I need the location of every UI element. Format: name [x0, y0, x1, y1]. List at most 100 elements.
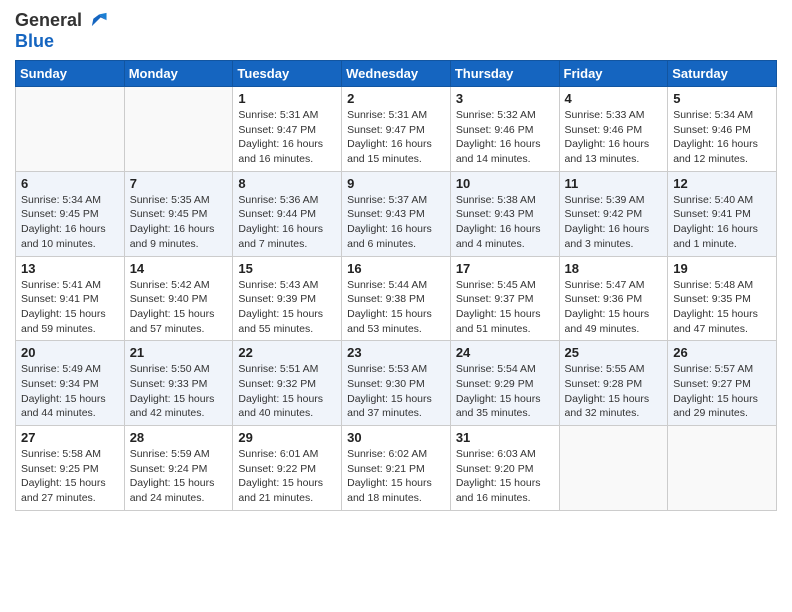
- day-info: Sunrise: 5:45 AM Sunset: 9:37 PM Dayligh…: [456, 278, 554, 337]
- day-cell: 26Sunrise: 5:57 AM Sunset: 9:27 PM Dayli…: [668, 341, 777, 426]
- day-info: Sunrise: 6:02 AM Sunset: 9:21 PM Dayligh…: [347, 447, 445, 506]
- day-number: 11: [565, 176, 663, 191]
- day-number: 16: [347, 261, 445, 276]
- weekday-header-saturday: Saturday: [668, 61, 777, 87]
- day-number: 7: [130, 176, 228, 191]
- day-cell: 21 Sunrise: 5:50 AM Sunset: 9:33 PM Dayli…: [124, 341, 233, 426]
- day-number: 23: [347, 345, 445, 360]
- day-info: Sunrise: 5:34 AM Sunset: 9:46 PM Dayligh…: [673, 108, 771, 167]
- day-info: Sunrise: 5:53 AM Sunset: 9:30 PM Dayligh…: [347, 362, 445, 421]
- day-cell: 3 Sunrise: 5:32 AM Sunset: 9:46 PM Daylig…: [450, 87, 559, 172]
- day-number: 1: [238, 91, 336, 106]
- day-number: 8: [238, 176, 336, 191]
- day-number: 5: [673, 91, 771, 106]
- day-number: 30: [347, 430, 445, 445]
- day-number: 12: [673, 176, 771, 191]
- week-row-2: 6 Sunrise: 5:34 AM Sunset: 9:45 PM Daylig…: [16, 171, 777, 256]
- day-cell: 7 Sunrise: 5:35 AM Sunset: 9:45 PM Daylig…: [124, 171, 233, 256]
- day-number: 2: [347, 91, 445, 106]
- day-number: 3: [456, 91, 554, 106]
- day-info: Sunrise: 5:47 AM Sunset: 9:36 PM Dayligh…: [565, 278, 663, 337]
- day-cell: 5 Sunrise: 5:34 AM Sunset: 9:46 PM Daylig…: [668, 87, 777, 172]
- day-cell: 29 Sunrise: 6:01 AM Sunset: 9:22 PM Dayli…: [233, 426, 342, 511]
- day-info: Sunrise: 5:57 AM Sunset: 9:27 PM Dayligh…: [673, 362, 771, 421]
- logo-bird-icon: [86, 10, 108, 32]
- day-info: Sunrise: 5:54 AM Sunset: 9:29 PM Dayligh…: [456, 362, 554, 421]
- day-number: 15: [238, 261, 336, 276]
- weekday-header-tuesday: Tuesday: [233, 61, 342, 87]
- day-cell: 25Sunrise: 5:55 AM Sunset: 9:28 PM Dayli…: [559, 341, 668, 426]
- day-number: 17: [456, 261, 554, 276]
- day-cell: 15 Sunrise: 5:43 AM Sunset: 9:39 PM Dayli…: [233, 256, 342, 341]
- day-cell: 18 Sunrise: 5:47 AM Sunset: 9:36 PM Dayli…: [559, 256, 668, 341]
- day-cell: 22Sunrise: 5:51 AM Sunset: 9:32 PM Dayli…: [233, 341, 342, 426]
- weekday-header-row: SundayMondayTuesdayWednesdayThursdayFrid…: [16, 61, 777, 87]
- week-row-1: 1 Sunrise: 5:31 AM Sunset: 9:47 PM Daylig…: [16, 87, 777, 172]
- day-cell: 10Sunrise: 5:38 AM Sunset: 9:43 PM Dayli…: [450, 171, 559, 256]
- day-cell: 11Sunrise: 5:39 AM Sunset: 9:42 PM Dayli…: [559, 171, 668, 256]
- day-cell: 16 Sunrise: 5:44 AM Sunset: 9:38 PM Dayli…: [342, 256, 451, 341]
- day-info: Sunrise: 5:35 AM Sunset: 9:45 PM Dayligh…: [130, 193, 228, 252]
- day-info: Sunrise: 5:31 AM Sunset: 9:47 PM Dayligh…: [238, 108, 336, 167]
- day-number: 24: [456, 345, 554, 360]
- day-info: Sunrise: 6:01 AM Sunset: 9:22 PM Dayligh…: [238, 447, 336, 506]
- day-number: 22: [238, 345, 336, 360]
- day-cell: 9 Sunrise: 5:37 AM Sunset: 9:43 PM Daylig…: [342, 171, 451, 256]
- day-info: Sunrise: 5:33 AM Sunset: 9:46 PM Dayligh…: [565, 108, 663, 167]
- header: General Blue: [15, 10, 777, 52]
- day-cell: [559, 426, 668, 511]
- day-cell: 27 Sunrise: 5:58 AM Sunset: 9:25 PM Dayli…: [16, 426, 125, 511]
- day-cell: 4 Sunrise: 5:33 AM Sunset: 9:46 PM Daylig…: [559, 87, 668, 172]
- week-row-3: 13Sunrise: 5:41 AM Sunset: 9:41 PM Dayli…: [16, 256, 777, 341]
- day-cell: 24 Sunrise: 5:54 AM Sunset: 9:29 PM Dayli…: [450, 341, 559, 426]
- weekday-header-wednesday: Wednesday: [342, 61, 451, 87]
- calendar: SundayMondayTuesdayWednesdayThursdayFrid…: [15, 60, 777, 511]
- day-number: 29: [238, 430, 336, 445]
- day-cell: 14 Sunrise: 5:42 AM Sunset: 9:40 PM Dayli…: [124, 256, 233, 341]
- day-number: 4: [565, 91, 663, 106]
- day-info: Sunrise: 5:43 AM Sunset: 9:39 PM Dayligh…: [238, 278, 336, 337]
- day-number: 14: [130, 261, 228, 276]
- day-info: Sunrise: 5:44 AM Sunset: 9:38 PM Dayligh…: [347, 278, 445, 337]
- day-info: Sunrise: 5:32 AM Sunset: 9:46 PM Dayligh…: [456, 108, 554, 167]
- day-info: Sunrise: 5:58 AM Sunset: 9:25 PM Dayligh…: [21, 447, 119, 506]
- day-info: Sunrise: 5:37 AM Sunset: 9:43 PM Dayligh…: [347, 193, 445, 252]
- logo-general-text: General: [15, 11, 82, 31]
- day-number: 31: [456, 430, 554, 445]
- day-info: Sunrise: 5:42 AM Sunset: 9:40 PM Dayligh…: [130, 278, 228, 337]
- day-cell: 12 Sunrise: 5:40 AM Sunset: 9:41 PM Dayli…: [668, 171, 777, 256]
- day-cell: [668, 426, 777, 511]
- day-info: Sunrise: 5:34 AM Sunset: 9:45 PM Dayligh…: [21, 193, 119, 252]
- day-cell: 30 Sunrise: 6:02 AM Sunset: 9:21 PM Dayli…: [342, 426, 451, 511]
- day-info: Sunrise: 5:55 AM Sunset: 9:28 PM Dayligh…: [565, 362, 663, 421]
- day-info: Sunrise: 5:38 AM Sunset: 9:43 PM Dayligh…: [456, 193, 554, 252]
- day-cell: 17 Sunrise: 5:45 AM Sunset: 9:37 PM Dayli…: [450, 256, 559, 341]
- day-number: 28: [130, 430, 228, 445]
- day-cell: 31 Sunrise: 6:03 AM Sunset: 9:20 PM Dayli…: [450, 426, 559, 511]
- day-info: Sunrise: 5:36 AM Sunset: 9:44 PM Dayligh…: [238, 193, 336, 252]
- week-row-4: 20Sunrise: 5:49 AM Sunset: 9:34 PM Dayli…: [16, 341, 777, 426]
- day-cell: 13Sunrise: 5:41 AM Sunset: 9:41 PM Dayli…: [16, 256, 125, 341]
- day-info: Sunrise: 5:48 AM Sunset: 9:35 PM Dayligh…: [673, 278, 771, 337]
- day-number: 21: [130, 345, 228, 360]
- day-number: 18: [565, 261, 663, 276]
- day-cell: 8 Sunrise: 5:36 AM Sunset: 9:44 PM Daylig…: [233, 171, 342, 256]
- day-cell: 6 Sunrise: 5:34 AM Sunset: 9:45 PM Daylig…: [16, 171, 125, 256]
- weekday-header-friday: Friday: [559, 61, 668, 87]
- day-cell: 1 Sunrise: 5:31 AM Sunset: 9:47 PM Daylig…: [233, 87, 342, 172]
- day-info: Sunrise: 6:03 AM Sunset: 9:20 PM Dayligh…: [456, 447, 554, 506]
- day-info: Sunrise: 5:59 AM Sunset: 9:24 PM Dayligh…: [130, 447, 228, 506]
- day-number: 6: [21, 176, 119, 191]
- day-info: Sunrise: 5:50 AM Sunset: 9:33 PM Dayligh…: [130, 362, 228, 421]
- weekday-header-sunday: Sunday: [16, 61, 125, 87]
- day-cell: 20Sunrise: 5:49 AM Sunset: 9:34 PM Dayli…: [16, 341, 125, 426]
- day-info: Sunrise: 5:40 AM Sunset: 9:41 PM Dayligh…: [673, 193, 771, 252]
- day-number: 27: [21, 430, 119, 445]
- day-number: 20: [21, 345, 119, 360]
- day-info: Sunrise: 5:41 AM Sunset: 9:41 PM Dayligh…: [21, 278, 119, 337]
- day-cell: 19 Sunrise: 5:48 AM Sunset: 9:35 PM Dayli…: [668, 256, 777, 341]
- day-cell: [16, 87, 125, 172]
- day-number: 19: [673, 261, 771, 276]
- day-cell: 23 Sunrise: 5:53 AM Sunset: 9:30 PM Dayli…: [342, 341, 451, 426]
- day-number: 9: [347, 176, 445, 191]
